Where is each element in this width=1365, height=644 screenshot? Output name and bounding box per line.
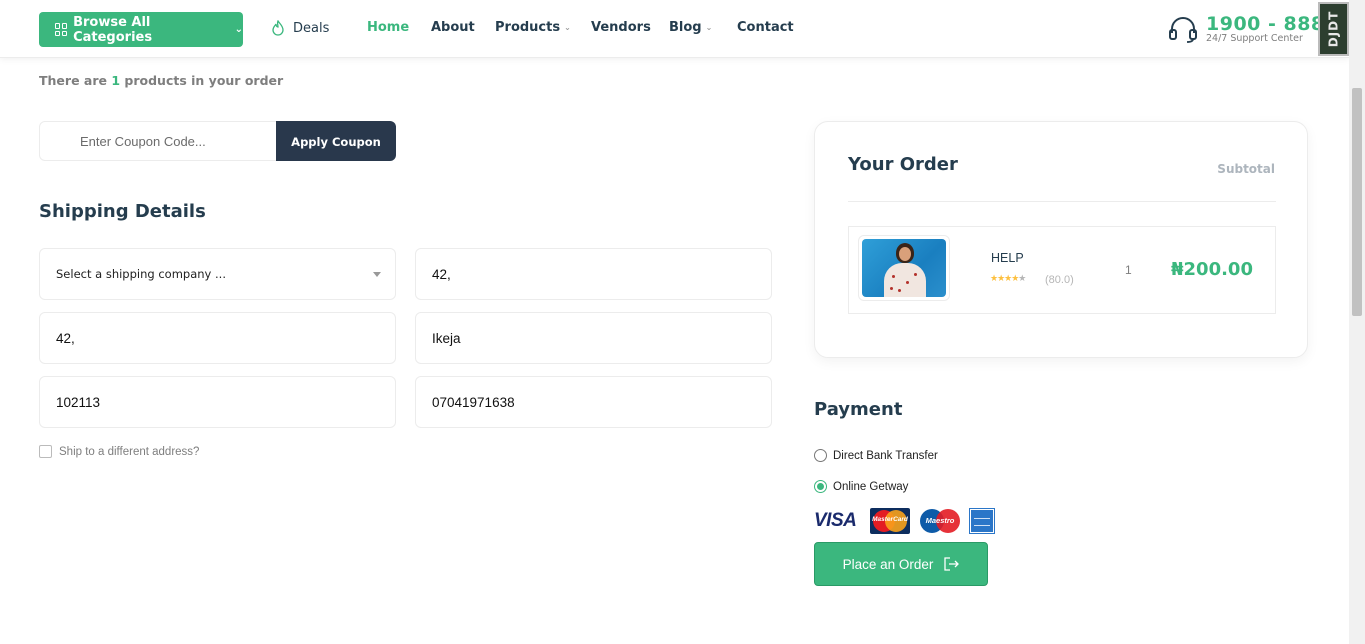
postcode-field[interactable]: 102113 bbox=[39, 376, 396, 428]
order-count-suffix: products in your order bbox=[124, 73, 284, 88]
order-count-number: 1 bbox=[111, 73, 121, 88]
star-rating-icon: ★★★★★ bbox=[990, 274, 1026, 284]
maestro-logo-icon: Maestro bbox=[920, 508, 960, 534]
order-card: Your Order Subtotal HELP ★★★★★ (80.0) 1 … bbox=[814, 121, 1308, 358]
payment-option-online-gateway[interactable]: Online Getway bbox=[814, 480, 908, 493]
nav-products-label: Products bbox=[495, 20, 561, 35]
debug-toolbar-label: DJDT bbox=[1326, 10, 1341, 48]
nav-deals[interactable]: Deals bbox=[271, 20, 329, 36]
address-line-1-field[interactable]: 42, bbox=[415, 248, 772, 300]
apply-coupon-button[interactable]: Apply Coupon bbox=[276, 121, 396, 161]
ship-different-label: Ship to a different address? bbox=[59, 445, 200, 458]
order-title: Your Order bbox=[848, 154, 958, 175]
product-rating: (80.0) bbox=[1045, 274, 1074, 286]
order-count-text: There are 1 products in your order bbox=[39, 73, 283, 88]
divider bbox=[848, 201, 1276, 202]
nav-home[interactable]: Home bbox=[367, 20, 409, 35]
sign-out-icon bbox=[944, 557, 960, 571]
nav-contact-label: Contact bbox=[737, 20, 794, 35]
visa-logo-icon: VISA bbox=[814, 510, 857, 531]
headset-icon bbox=[1169, 17, 1197, 43]
chevron-down-icon: ⌄ bbox=[234, 24, 243, 35]
chevron-down-icon: ⌄ bbox=[564, 23, 571, 32]
nav-vendors-label: Vendors bbox=[591, 20, 651, 35]
browse-categories-label: Browse All Categories bbox=[73, 14, 153, 45]
nav-home-label: Home bbox=[367, 20, 410, 35]
debug-toolbar-handle[interactable]: DJDT bbox=[1318, 2, 1349, 56]
phone-value: 07041971638 bbox=[432, 394, 515, 410]
phone-field[interactable]: 07041971638 bbox=[415, 376, 772, 428]
bank-transfer-radio[interactable] bbox=[814, 449, 827, 462]
nav-blog[interactable]: Blog ⌄ bbox=[669, 20, 712, 35]
flame-icon bbox=[272, 20, 284, 36]
nav-about-label: About bbox=[431, 20, 475, 35]
support-contact[interactable]: 1900 - 888 24/7 Support Center bbox=[1168, 14, 1325, 44]
shipping-title: Shipping Details bbox=[39, 201, 206, 222]
support-label: 24/7 Support Center bbox=[1206, 33, 1303, 44]
site-header: Browse All Categories ⌄ Deals Home About… bbox=[0, 0, 1349, 58]
page-scrollbar[interactable] bbox=[1349, 0, 1365, 644]
coupon-input[interactable] bbox=[39, 121, 279, 161]
support-number: 1900 - 888 bbox=[1206, 13, 1325, 35]
address-line-1-value: 42, bbox=[432, 266, 451, 282]
nav-contact[interactable]: Contact bbox=[737, 20, 794, 35]
payment-title: Payment bbox=[814, 399, 903, 420]
order-item-row: HELP ★★★★★ (80.0) 1 ₦200.00 bbox=[848, 226, 1276, 314]
chevron-down-icon: ⌄ bbox=[705, 23, 713, 32]
dropdown-arrow-icon bbox=[373, 272, 381, 277]
nav-about[interactable]: About bbox=[431, 20, 475, 35]
mastercard-logo-icon: MasterCard bbox=[870, 508, 910, 534]
address-line-2-field[interactable]: 42, bbox=[39, 312, 396, 364]
online-gateway-label: Online Getway bbox=[833, 480, 909, 493]
product-price: ₦200.00 bbox=[1171, 259, 1253, 280]
product-image bbox=[862, 239, 946, 297]
postcode-value: 102113 bbox=[56, 394, 101, 410]
product-quantity: 1 bbox=[1125, 263, 1132, 277]
product-name[interactable]: HELP bbox=[991, 251, 1024, 265]
nav-products[interactable]: Products ⌄ bbox=[495, 20, 571, 35]
place-order-label: Place an Order bbox=[842, 556, 934, 572]
shipping-company-value: Select a shipping company ... bbox=[56, 267, 226, 281]
order-count-prefix: There are bbox=[39, 73, 107, 88]
product-thumbnail[interactable] bbox=[858, 235, 950, 301]
city-value: Ikeja bbox=[432, 330, 461, 346]
city-field[interactable]: Ikeja bbox=[415, 312, 772, 364]
bank-transfer-label: Direct Bank Transfer bbox=[833, 449, 938, 462]
amex-logo-icon bbox=[969, 508, 995, 534]
ship-different-checkbox[interactable] bbox=[39, 445, 52, 458]
address-line-2-value: 42, bbox=[56, 330, 75, 346]
payment-option-bank-transfer[interactable]: Direct Bank Transfer bbox=[814, 449, 938, 462]
online-gateway-radio[interactable] bbox=[814, 480, 827, 493]
shipping-company-select[interactable]: Select a shipping company ... bbox=[39, 248, 396, 300]
browse-categories-button[interactable]: Browse All Categories ⌄ bbox=[39, 12, 243, 47]
ship-different-address[interactable]: Ship to a different address? bbox=[39, 445, 199, 458]
payment-card-logos: VISA MasterCard Maestro bbox=[814, 508, 995, 534]
scrollbar-thumb[interactable] bbox=[1352, 88, 1362, 316]
nav-vendors[interactable]: Vendors bbox=[591, 20, 651, 35]
nav-deals-label: Deals bbox=[293, 20, 330, 36]
place-order-button[interactable]: Place an Order bbox=[814, 542, 988, 586]
coupon-form: Apply Coupon bbox=[39, 121, 396, 161]
subtotal-label: Subtotal bbox=[1217, 162, 1275, 176]
grid-icon bbox=[55, 23, 68, 36]
nav-blog-label: Blog bbox=[669, 20, 702, 35]
